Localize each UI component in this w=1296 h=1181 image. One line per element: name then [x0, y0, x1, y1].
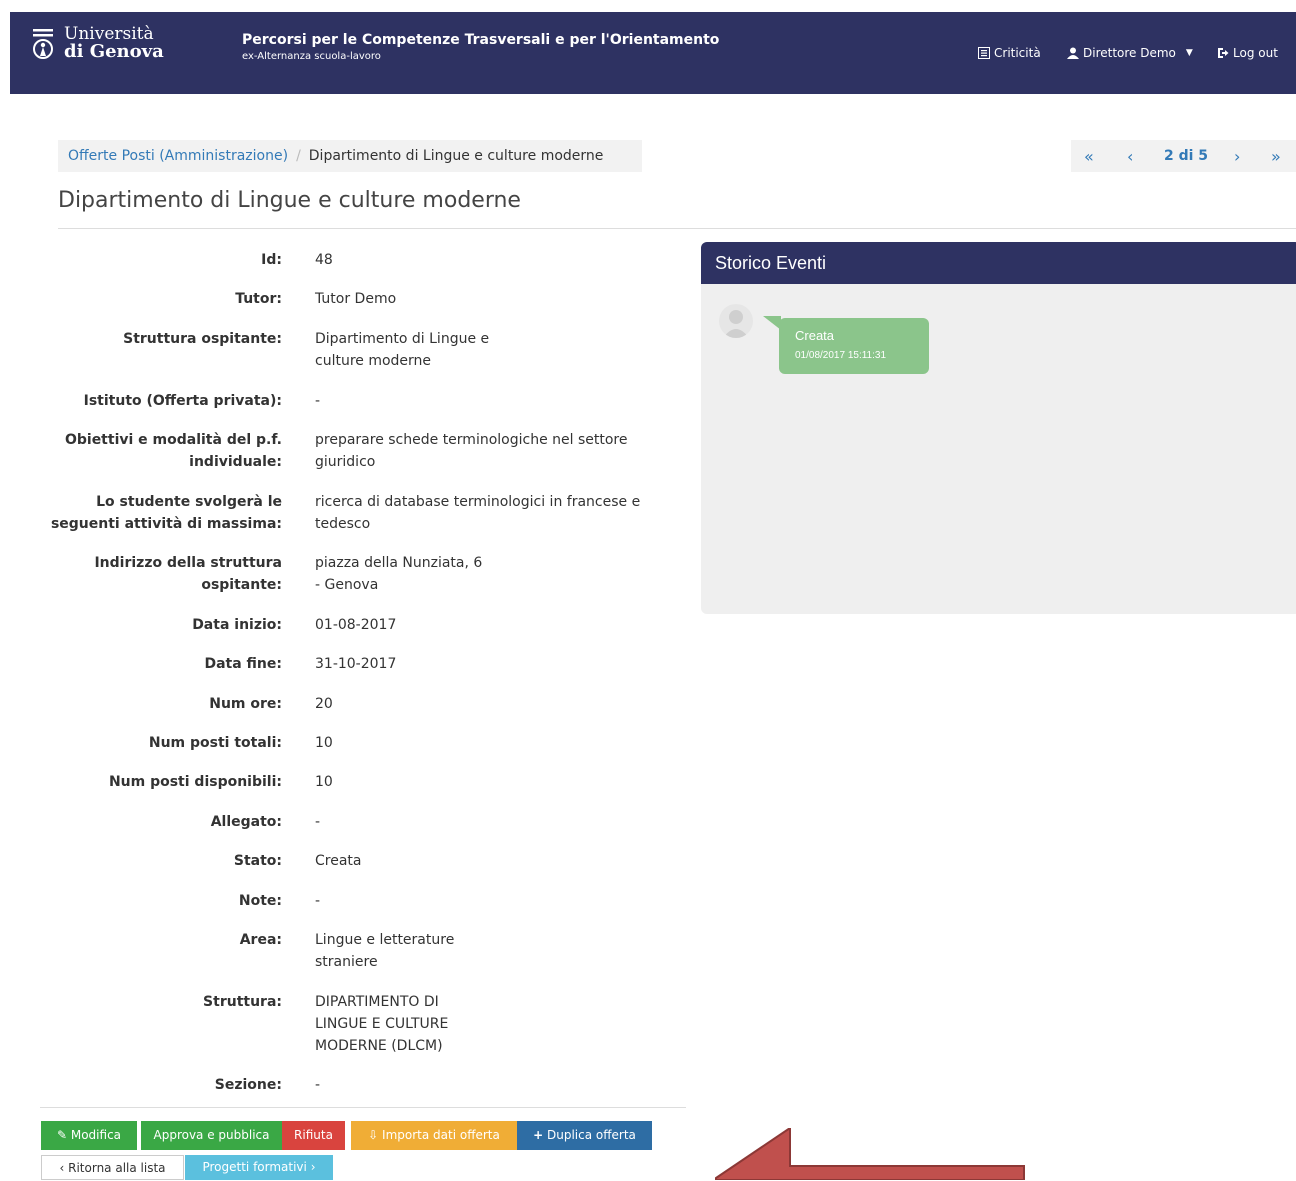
field-label: Id:: [261, 252, 282, 268]
field-value: 10: [315, 735, 333, 751]
duplica-button[interactable]: + Duplica offerta: [517, 1121, 652, 1150]
pager-position: 2 di 5: [1164, 148, 1209, 164]
plus-icon: +: [533, 1128, 544, 1142]
field-label: Istituto (Offerta privata):: [83, 393, 282, 409]
modifica-label: Modifica: [70, 1128, 122, 1142]
field-label: Stato:: [233, 853, 282, 869]
field-value: 10: [315, 774, 333, 790]
edit-icon: ✎: [56, 1128, 68, 1142]
storico-eventi-title: Storico Eventi: [701, 242, 1296, 284]
field-value: ricerca di database terminologici in fra…: [315, 494, 641, 532]
logout-label: Log out: [1233, 46, 1278, 60]
field-value: Creata: [315, 853, 362, 869]
field-label: Data inizio:: [192, 617, 282, 633]
criticita-link[interactable]: Criticità: [978, 46, 1041, 60]
field-label: Note:: [238, 893, 282, 909]
event-label: Creata: [795, 328, 835, 343]
app-title-block: Percorsi per le Competenze Trasversali e…: [242, 32, 719, 62]
field-value: piazza della Nunziata, 6 - Genova: [315, 555, 483, 593]
field-value: 20: [315, 696, 333, 712]
field-label: Indirizzo della struttura ospitante:: [94, 555, 282, 593]
record-pager: « ‹ 2 di 5 › »: [1071, 140, 1296, 172]
progetti-label: Progetti formativi: [202, 1160, 307, 1174]
field-label: Tutor:: [235, 291, 282, 307]
logo-line2: di Genova: [64, 41, 164, 62]
field-label: Obiettivi e modalità del p.f. individual…: [64, 432, 282, 470]
field-value: -: [315, 1077, 321, 1093]
event-timestamp: 01/08/2017 15:11:31: [795, 350, 887, 361]
field-value: Tutor Demo: [315, 291, 397, 307]
field-label: Num posti disponibili:: [108, 774, 282, 790]
button-bar-divider: [40, 1107, 686, 1108]
annotation-arrow-icon: [715, 1128, 1025, 1180]
modifica-button[interactable]: ✎ Modifica: [41, 1121, 137, 1150]
rifiuta-label: Rifiuta: [294, 1128, 333, 1142]
university-seal-icon: [33, 29, 53, 59]
approva-label: Approva e pubblica: [153, 1128, 270, 1142]
storico-eventi-panel: Storico Eventi Creata 01/08/2017 15:11:3…: [701, 242, 1296, 614]
field-value: DIPARTIMENTO DI LINGUE E CULTURE MODERNE…: [315, 994, 449, 1054]
ritorna-button[interactable]: ‹ Ritorna alla lista: [41, 1155, 184, 1180]
rifiuta-button[interactable]: Rifiuta: [282, 1121, 345, 1150]
field-label: Sezione:: [214, 1077, 282, 1093]
import-icon: ⇩: [368, 1128, 379, 1142]
field-label: Area:: [239, 932, 282, 948]
breadcrumb-current: Dipartimento di Lingue e culture moderne: [308, 148, 604, 164]
field-label: Allegato:: [210, 814, 282, 830]
avatar-placeholder-icon: [723, 310, 749, 338]
field-label: Lo studente svolgerà le seguenti attivit…: [50, 494, 282, 532]
field-label: Num ore:: [209, 696, 282, 712]
pager-first-icon[interactable]: «: [1084, 147, 1094, 166]
field-label: Data fine:: [204, 656, 282, 672]
ritorna-label: Ritorna alla lista: [68, 1161, 166, 1175]
field-label: Num posti totali:: [148, 735, 282, 751]
breadcrumb-separator: /: [296, 148, 301, 164]
top-navbar: Università di Genova Percorsi per le Com…: [10, 12, 1296, 94]
logout-link[interactable]: Log out: [1217, 46, 1278, 60]
user-menu-dropdown[interactable]: Direttore Demo ▼: [1067, 46, 1193, 60]
university-logo[interactable]: Università di Genova: [32, 26, 164, 62]
field-label: Struttura:: [203, 994, 282, 1010]
field-value: Lingue e letterature straniere: [315, 932, 455, 970]
progetti-button[interactable]: Progetti formativi ›: [185, 1155, 333, 1180]
list-icon: [978, 47, 990, 59]
avatar: [719, 304, 753, 338]
app-title: Percorsi per le Competenze Trasversali e…: [242, 32, 720, 48]
caret-down-icon: ▼: [1185, 48, 1193, 58]
breadcrumb-parent-link[interactable]: Offerte Posti (Amministrazione): [68, 148, 288, 164]
field-value: preparare schede terminologiche nel sett…: [315, 432, 628, 470]
chevron-left-icon: ‹: [59, 1161, 65, 1175]
pager-prev-icon[interactable]: ‹: [1127, 147, 1133, 166]
pager-last-icon[interactable]: »: [1271, 147, 1281, 166]
logout-icon: [1218, 48, 1229, 58]
field-value: -: [315, 814, 321, 830]
importa-label: Importa dati offerta: [382, 1128, 500, 1142]
user-name: Direttore Demo: [1083, 46, 1176, 60]
field-value: 31-10-2017: [315, 656, 397, 672]
field-value: 01-08-2017: [315, 617, 397, 633]
app-subtitle: ex-Alternanza scuola-lavoro: [242, 51, 381, 62]
approva-button[interactable]: Approva e pubblica: [141, 1121, 282, 1150]
breadcrumb: Offerte Posti (Amministrazione) / Dipartim…: [58, 140, 642, 172]
field-value: -: [315, 393, 321, 409]
field-value: 48: [315, 252, 333, 268]
importa-button[interactable]: ⇩ Importa dati offerta: [351, 1121, 517, 1150]
duplica-label: Duplica offerta: [547, 1128, 636, 1142]
event-bubble: Creata 01/08/2017 15:11:31: [763, 316, 929, 374]
field-value: Dipartimento di Lingue e culture moderne: [315, 331, 490, 369]
field-label: Struttura ospitante:: [123, 331, 282, 347]
page-title: Dipartimento di Lingue e culture moderne: [58, 188, 521, 213]
pager-next-icon[interactable]: ›: [1234, 147, 1240, 166]
criticita-label: Criticità: [994, 46, 1041, 60]
title-divider: [58, 228, 1296, 229]
user-icon: [1067, 47, 1079, 59]
chevron-right-icon: ›: [310, 1160, 316, 1174]
field-value: -: [315, 893, 321, 909]
